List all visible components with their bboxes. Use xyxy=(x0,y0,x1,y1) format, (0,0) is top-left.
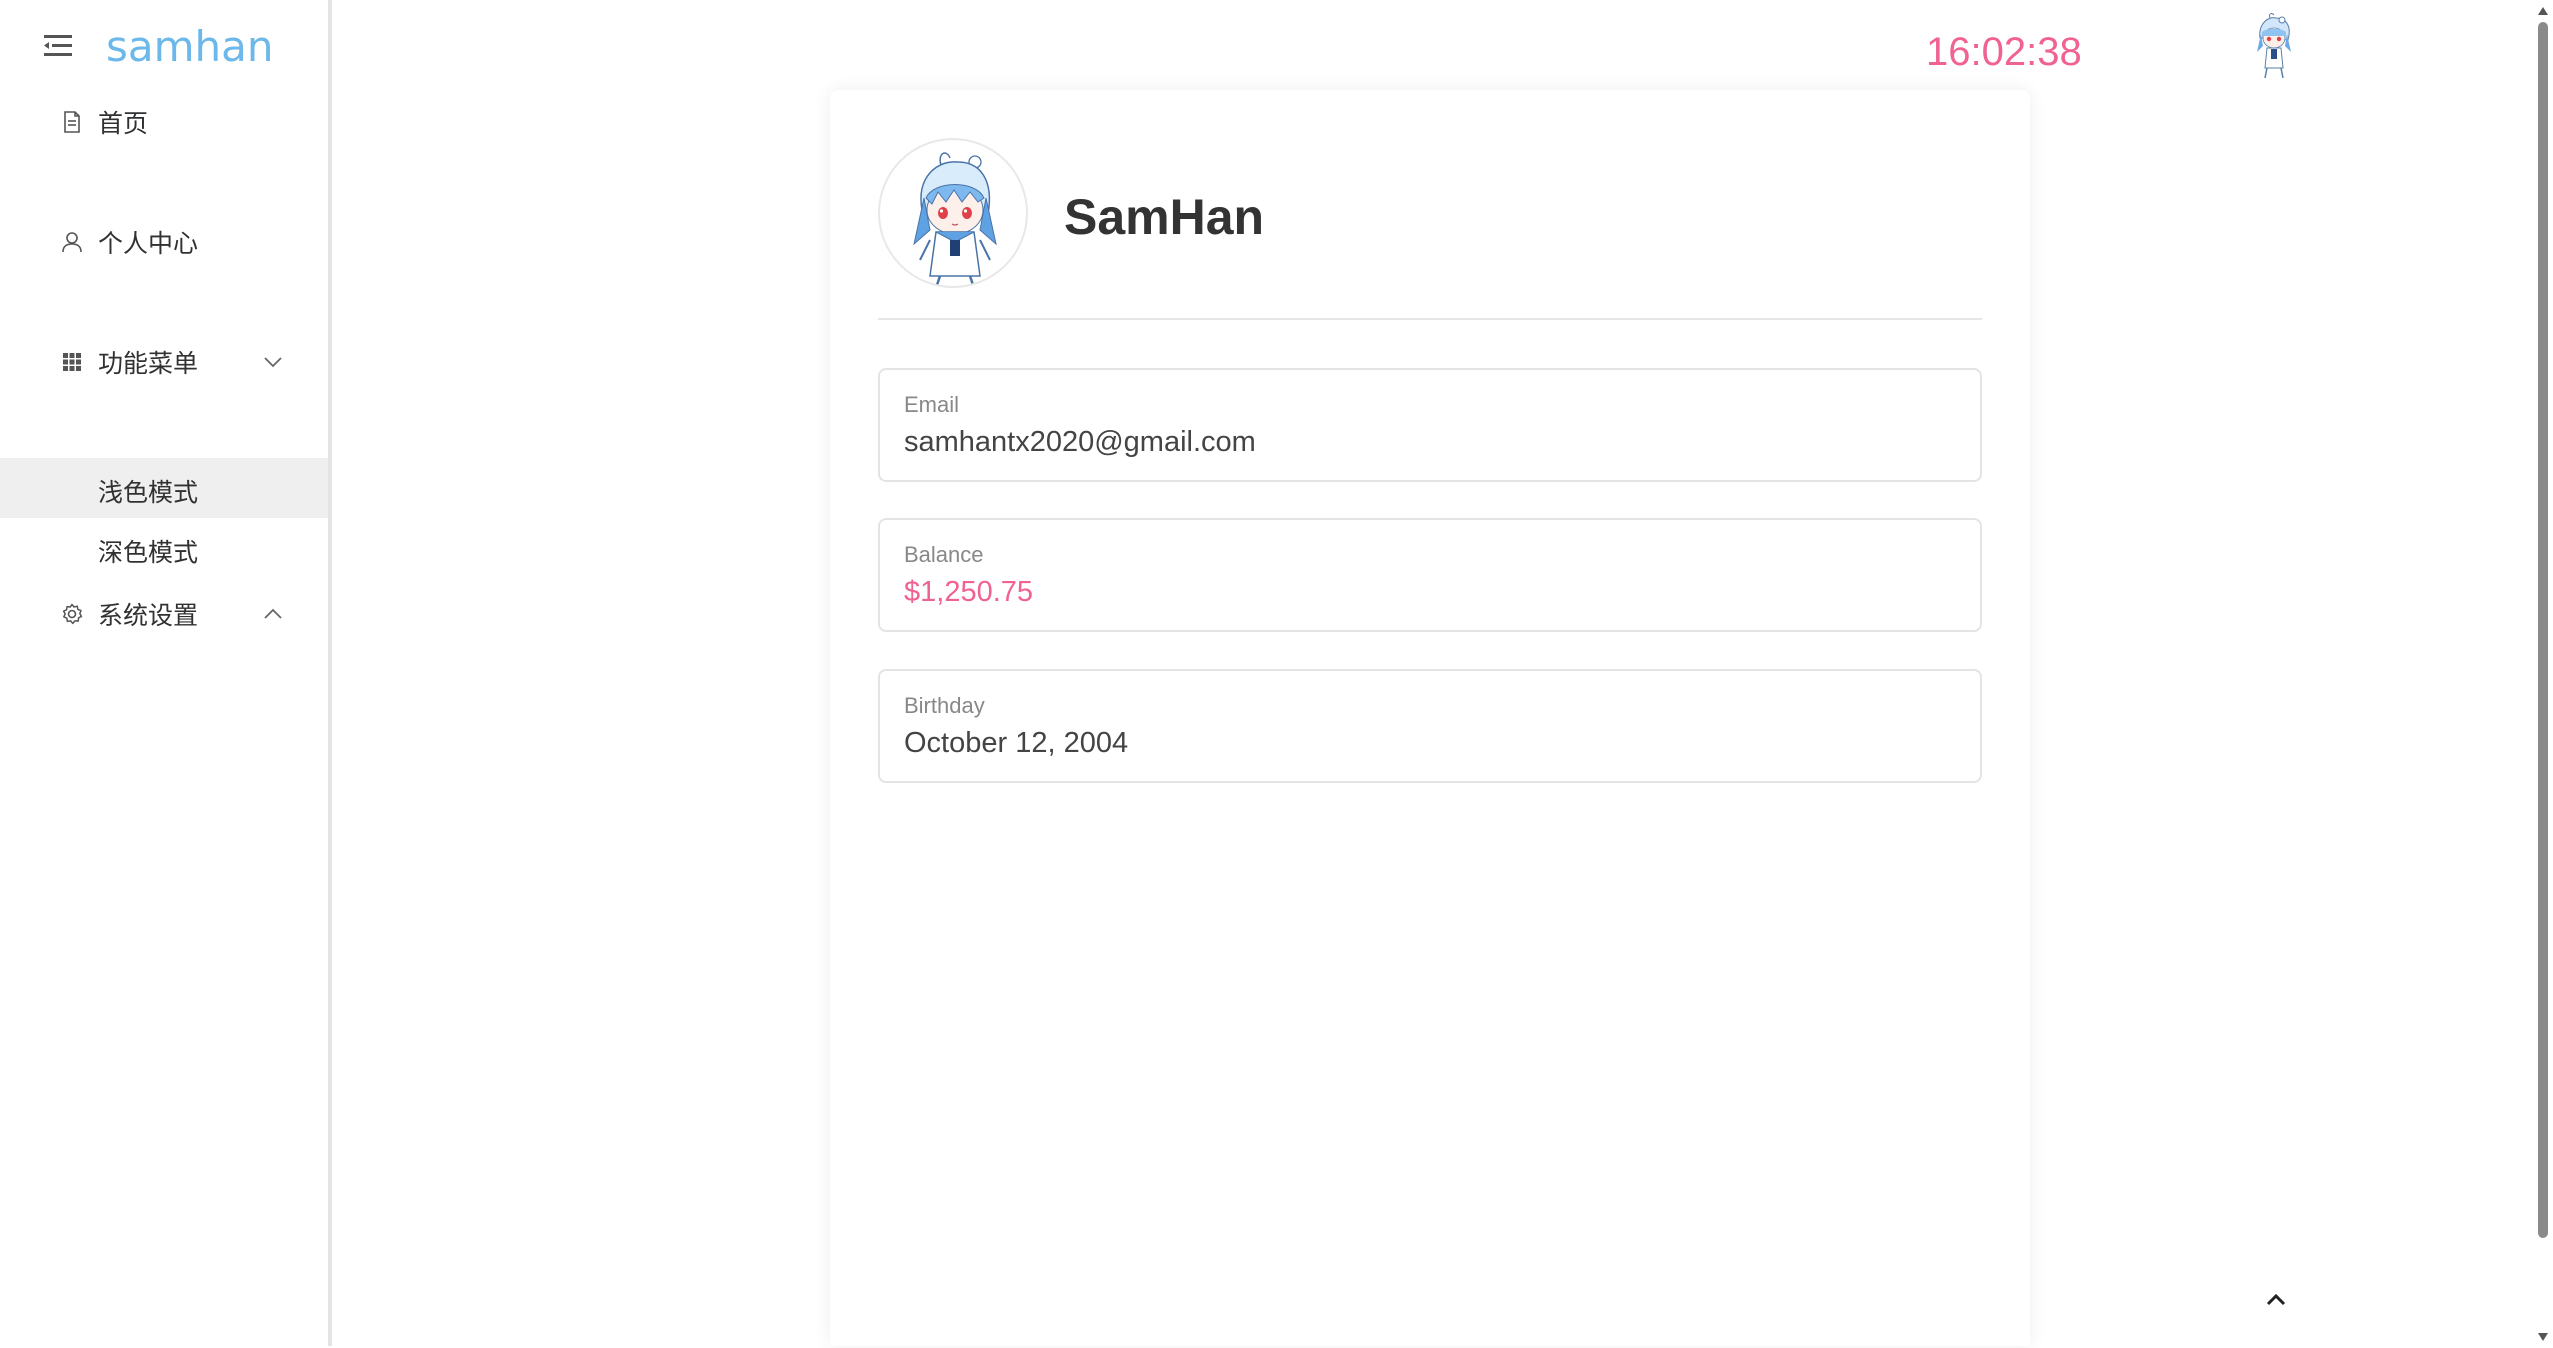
profile-name: SamHan xyxy=(1064,189,1265,245)
sidebar-item-label: 个人中心 xyxy=(98,229,199,258)
chevron-down-icon xyxy=(262,351,284,373)
grid-icon xyxy=(60,350,84,374)
submenu-item-light-mode[interactable]: 浅色模式 xyxy=(0,458,328,518)
scroll-up-arrow-icon[interactable] xyxy=(2537,4,2549,16)
app-logo[interactable]: samhan xyxy=(106,22,274,71)
sidebar-item-home[interactable]: 首页 xyxy=(0,92,328,152)
sidebar-item-feature-menu[interactable]: 功能菜单 xyxy=(0,332,328,392)
sidebar-item-label: 首页 xyxy=(98,109,149,138)
divider xyxy=(878,318,1982,320)
submenu-item-label: 深色模式 xyxy=(98,538,199,567)
balance-field: Balance $1,250.75 xyxy=(878,518,1982,632)
submenu-item-label: 浅色模式 xyxy=(98,478,199,507)
back-to-top-button[interactable] xyxy=(2262,1290,2290,1310)
clock-time: 16:02:38 xyxy=(1926,30,2082,74)
profile-card: SamHan Email samhantx2020@gmail.com Bala… xyxy=(830,90,2030,1346)
field-label: Email xyxy=(904,392,960,417)
email-field: Email samhantx2020@gmail.com xyxy=(878,368,1982,482)
menu-toggle-icon[interactable] xyxy=(44,34,74,58)
chevron-up-icon xyxy=(262,603,284,625)
scroll-down-arrow-icon[interactable] xyxy=(2537,1330,2549,1342)
sidebar: samhan 首页 个人中心 功能菜单 浅色模式 深色模式 系统设置 xyxy=(0,0,332,1346)
submenu-item-dark-mode[interactable]: 深色模式 xyxy=(0,518,328,578)
document-icon xyxy=(60,110,84,134)
sidebar-item-label: 功能菜单 xyxy=(98,349,199,378)
scrollbar-thumb[interactable] xyxy=(2538,22,2548,1238)
profile-avatar[interactable] xyxy=(878,138,1028,288)
sidebar-header: samhan xyxy=(0,18,328,78)
field-value: samhantx2020@gmail.com xyxy=(904,426,1256,458)
gear-icon xyxy=(60,602,84,626)
user-avatar-small[interactable] xyxy=(2252,12,2296,80)
chevron-up-icon xyxy=(2266,1293,2286,1306)
birthday-field: Birthday October 12, 2004 xyxy=(878,669,1982,783)
vertical-scrollbar[interactable] xyxy=(2533,0,2553,1346)
field-label: Balance xyxy=(904,542,984,567)
field-value: $1,250.75 xyxy=(904,576,1034,608)
sidebar-item-profile[interactable]: 个人中心 xyxy=(0,212,328,272)
user-icon xyxy=(60,230,84,254)
sidebar-item-label: 系统设置 xyxy=(98,601,199,630)
sidebar-item-system-settings[interactable]: 系统设置 xyxy=(0,584,328,644)
field-value: October 12, 2004 xyxy=(904,727,1129,759)
field-label: Birthday xyxy=(904,693,985,718)
